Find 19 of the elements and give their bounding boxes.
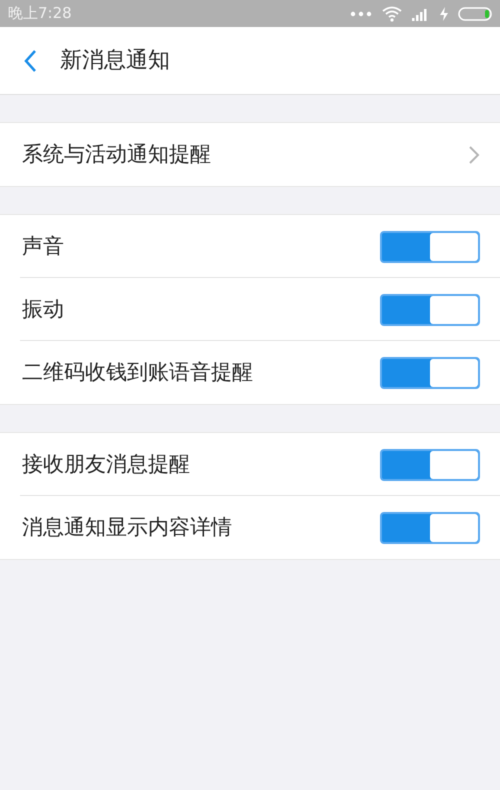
setting-label: 声音: [22, 232, 64, 260]
toggle-switch[interactable]: [380, 230, 480, 262]
back-icon: [23, 48, 37, 72]
setting-label: 二维码收钱到账语音提醒: [22, 358, 253, 386]
setting-label: 振动: [22, 296, 64, 323]
status-time: 晚上7:28: [8, 3, 72, 24]
charging-icon: [440, 6, 448, 20]
toggle-switch[interactable]: [380, 448, 480, 480]
page-title: 新消息通知: [60, 47, 170, 75]
setting-label: 系统与活动通知提醒: [22, 140, 211, 168]
setting-label: 接收朋友消息提醒: [22, 450, 190, 478]
chevron-right-icon: [468, 144, 480, 164]
toggle-switch[interactable]: [380, 294, 480, 326]
toggle-switch[interactable]: [380, 512, 480, 544]
more-dots-icon: [350, 10, 372, 16]
wifi-icon: [382, 6, 402, 22]
toggle-switch[interactable]: [380, 356, 480, 388]
battery-icon: [458, 6, 492, 20]
setting-label: 消息通知显示内容详情: [22, 514, 232, 541]
